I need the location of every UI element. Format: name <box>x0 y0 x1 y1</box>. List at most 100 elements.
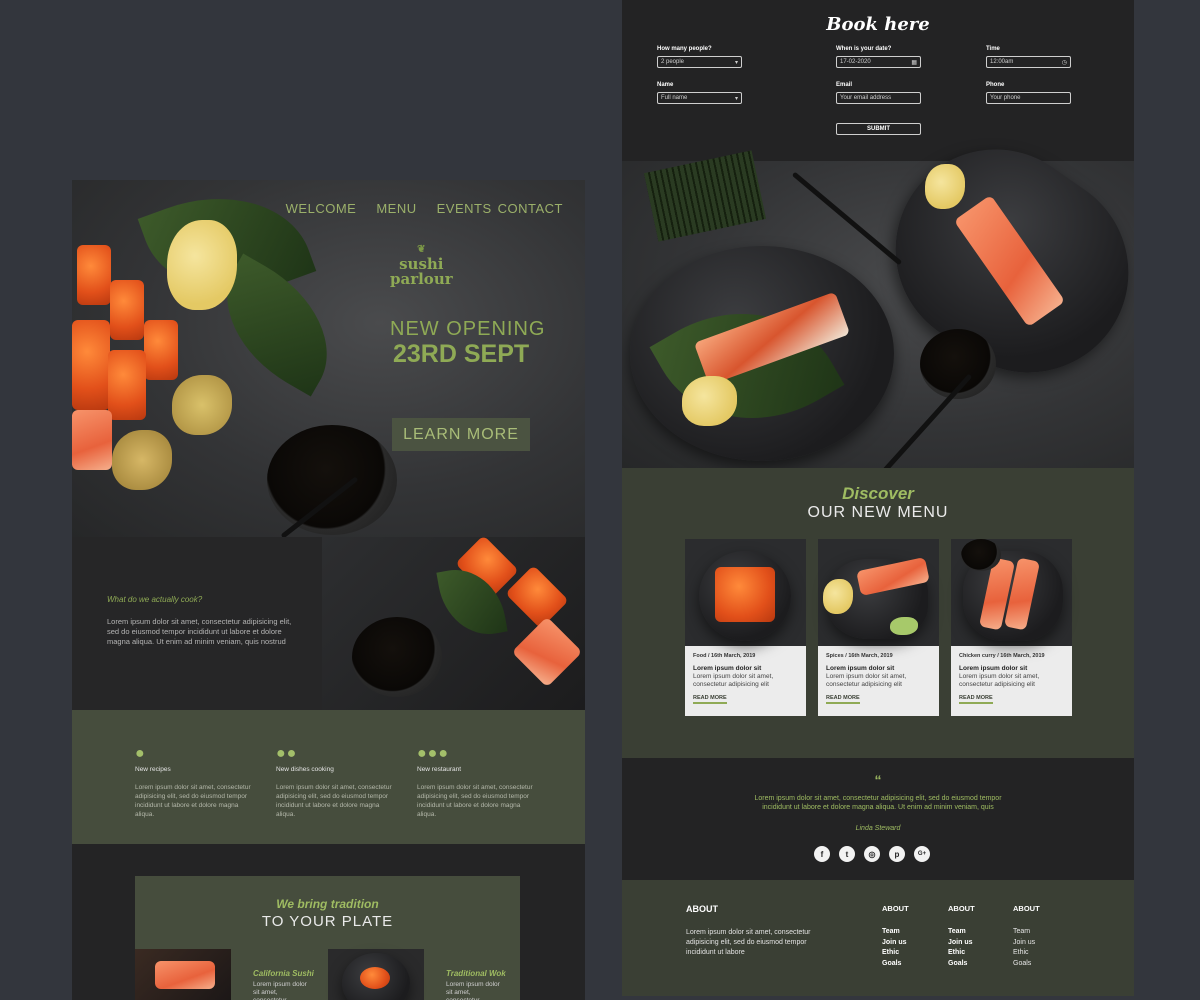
footer-link-ethic[interactable]: Ethic <box>882 948 909 959</box>
salmon-nigiri-image <box>511 616 583 688</box>
menu-card-image <box>951 539 1072 646</box>
soy-sauce-bowl-image <box>267 425 397 535</box>
email-label: Email <box>836 82 853 88</box>
tradition-heading-script: We bring tradition <box>276 897 379 911</box>
chevron-down-icon: ▾ <box>734 59 738 66</box>
footer: ABOUT Lorem ipsum dolor sit amet, consec… <box>622 880 1134 996</box>
tempura-roll-image <box>112 430 172 490</box>
logo[interactable]: ❦ sushi parlour <box>390 242 453 287</box>
sushi-roll-image <box>110 280 144 340</box>
feature-title: New restaurant <box>417 766 462 773</box>
footer-column-title: ABOUT <box>948 904 975 913</box>
soy-sauce-bowl-image <box>961 539 1001 571</box>
menu-heading: OUR NEW MENU <box>807 504 949 521</box>
read-more-link[interactable]: READ MORE <box>693 695 727 704</box>
learn-more-button[interactable]: LEARN MORE <box>392 418 530 451</box>
leaf-icon: ●●● <box>417 745 449 762</box>
menu-heading-script: Discover <box>842 484 914 503</box>
california-sushi-image <box>135 949 231 1000</box>
sushi-roll-image <box>505 565 569 629</box>
footer-link-ethic[interactable]: Ethic <box>1013 948 1040 959</box>
menu-card-desc: Lorem ipsum dolor sit amet, consectetur … <box>959 673 1040 688</box>
people-value: 2 people <box>661 59 685 65</box>
chopsticks-image <box>791 171 903 266</box>
footer-link-join[interactable]: Join us <box>1013 938 1040 949</box>
footer-link-ethic[interactable]: Ethic <box>948 948 975 959</box>
footer-link-join[interactable]: Join us <box>882 938 909 949</box>
read-more-link[interactable]: READ MORE <box>959 695 993 704</box>
social-links: f t ◎ p G+ <box>814 846 930 862</box>
calendar-icon: ▦ <box>911 59 917 66</box>
sushi-roll-image <box>144 320 178 380</box>
salmon-nigiri-image <box>72 410 112 470</box>
footer-link-team[interactable]: Team <box>882 927 909 938</box>
footer-column: ABOUT Team Join us Ethic Goals <box>1013 904 1040 969</box>
menu-card-title: Lorem ipsum dolor sit <box>959 665 1028 672</box>
hero-date: 23RD SEPT <box>393 340 530 368</box>
twitter-icon[interactable]: t <box>839 846 855 862</box>
footer-link-goals[interactable]: Goals <box>948 959 975 970</box>
time-field[interactable]: 12:00am ◷ <box>986 56 1071 68</box>
hero-heading: NEW OPENING <box>390 318 546 340</box>
testimonial-author: Linda Steward <box>855 825 901 832</box>
facebook-icon[interactable]: f <box>814 846 830 862</box>
google-plus-icon[interactable]: G+ <box>914 846 930 862</box>
menu-card-image <box>685 539 806 646</box>
time-value: 12:00am <box>990 59 1014 65</box>
footer-column-title: ABOUT <box>882 904 909 913</box>
footer-link-team[interactable]: Team <box>948 927 975 938</box>
menu-card-meta: Food / 16th March, 2019 <box>693 653 756 659</box>
features-section: ● New recipes Lorem ipsum dolor sit amet… <box>72 710 585 844</box>
leaf-icon: ● <box>135 745 146 762</box>
feature-item: ● New recipes Lorem ipsum dolor sit amet… <box>135 746 255 819</box>
menu-card-image <box>818 539 939 646</box>
menu-card-desc: Lorem ipsum dolor sit amet, consectetur … <box>693 673 774 688</box>
pinterest-icon[interactable]: p <box>889 846 905 862</box>
ginger-image <box>682 376 737 426</box>
footer-about-text: Lorem ipsum dolor sit amet, consectetur … <box>686 929 811 956</box>
phone-field[interactable]: Your phone <box>986 92 1071 104</box>
name-field[interactable]: Full name ▾ <box>657 92 742 104</box>
booking-title: Book here <box>826 14 930 35</box>
main-nav: WELCOME MENU EVENTS CONTACT <box>286 201 563 216</box>
read-more-link[interactable]: READ MORE <box>826 695 860 704</box>
menu-card-title: Lorem ipsum dolor sit <box>826 665 895 672</box>
name-label: Name <box>657 82 674 88</box>
submit-button[interactable]: SUBMIT <box>836 123 921 135</box>
footer-link-goals[interactable]: Goals <box>882 959 909 970</box>
sushi-table-photo <box>622 110 1134 474</box>
footer-link-team[interactable]: Team <box>1013 927 1040 938</box>
feature-desc: Lorem ipsum dolor sit amet, consectetur … <box>276 784 392 818</box>
menu-card[interactable]: Food / 16th March, 2019 Lorem ipsum dolo… <box>685 539 806 716</box>
booking-section: Book here How many people? 2 people ▾ Wh… <box>622 0 1134 160</box>
menu-card-desc: Lorem ipsum dolor sit amet, consectetur … <box>826 673 907 688</box>
logo-line2: parlour <box>390 270 453 288</box>
date-value: 17-02-2020 <box>840 59 871 65</box>
nav-welcome[interactable]: WELCOME <box>286 201 357 216</box>
instagram-icon[interactable]: ◎ <box>864 846 880 862</box>
footer-column: ABOUT Team Join us Ethic Goals <box>948 904 975 969</box>
phone-placeholder: Your phone <box>990 95 1021 101</box>
sushi-roll-image <box>77 245 111 305</box>
dish-title: California Sushi <box>253 969 314 978</box>
testimonial-text: Lorem ipsum dolor sit amet, consectetur … <box>754 795 1002 811</box>
email-field[interactable]: Your email address <box>836 92 921 104</box>
nav-events[interactable]: EVENTS <box>437 201 492 216</box>
nav-contact[interactable]: CONTACT <box>498 201 563 216</box>
date-field[interactable]: 17-02-2020 ▦ <box>836 56 921 68</box>
footer-link-join[interactable]: Join us <box>948 938 975 949</box>
landing-page-mockup-left: WELCOME MENU EVENTS CONTACT ❦ sushi parl… <box>72 180 585 1000</box>
menu-card[interactable]: Spices / 16th March, 2019 Lorem ipsum do… <box>818 539 939 716</box>
menu-card-title: Lorem ipsum dolor sit <box>693 665 762 672</box>
people-label: How many people? <box>657 46 712 52</box>
tradition-section: We bring tradition TO YOUR PLATE Califor… <box>135 876 520 1000</box>
footer-about-title: ABOUT <box>686 904 718 914</box>
menu-card[interactable]: Chicken curry / 16th March, 2019 Lorem i… <box>951 539 1072 716</box>
about-label: What do we actually cook? <box>107 595 203 604</box>
email-placeholder: Your email address <box>840 95 892 101</box>
clock-icon: ◷ <box>1061 59 1067 66</box>
footer-link-goals[interactable]: Goals <box>1013 959 1040 970</box>
nav-menu[interactable]: MENU <box>376 201 416 216</box>
people-select[interactable]: 2 people ▾ <box>657 56 742 68</box>
leaf-icon: ●● <box>276 745 298 762</box>
